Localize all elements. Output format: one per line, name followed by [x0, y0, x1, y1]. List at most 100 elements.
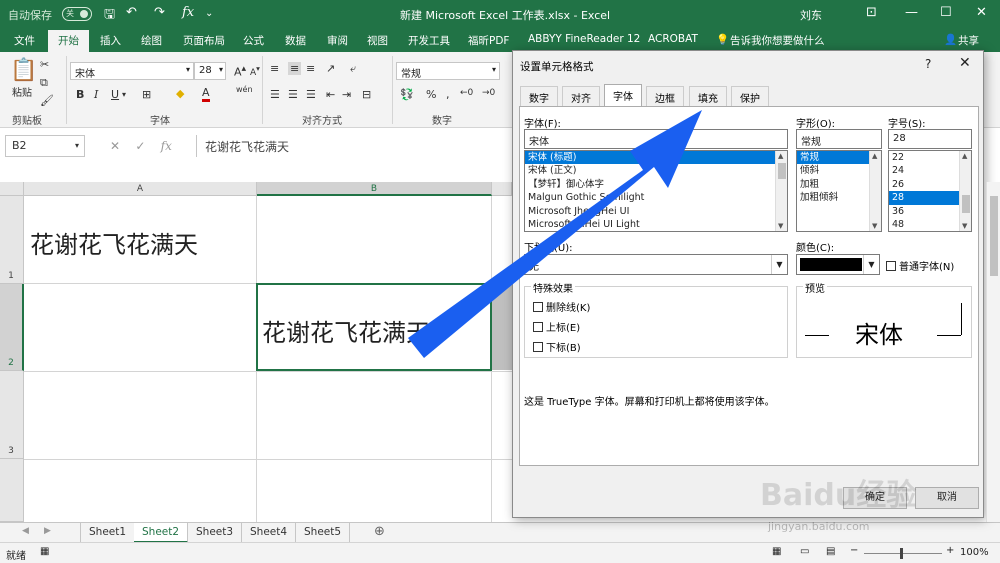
scroll-right-icon[interactable]: ▶ [44, 526, 51, 536]
format-painter-icon[interactable]: 🖌 [40, 94, 54, 107]
share-button[interactable]: 共享 [958, 33, 979, 48]
column-header-a[interactable]: A [24, 182, 257, 196]
increase-indent-icon[interactable]: ⇥ [342, 88, 351, 101]
page-layout-view-icon[interactable]: ▭ [800, 546, 809, 557]
column-header-b[interactable]: B [257, 182, 492, 196]
tab-insert[interactable]: 插入 [100, 33, 121, 48]
font-list-item[interactable]: Microsoft JhengHei UI [525, 205, 787, 218]
cancel-button[interactable]: 取消 [915, 487, 979, 509]
align-bottom-icon[interactable]: ≡ [306, 62, 315, 75]
number-format-combo[interactable]: 常规 ▾ [396, 62, 500, 80]
add-sheet-icon[interactable]: ⊕ [374, 524, 385, 539]
sheet-tab-4[interactable]: Sheet4 [242, 523, 297, 543]
font-list[interactable]: 宋体 (标题) 宋体 (正文) 【梦轩】御心体字 Malgun Gothic S… [524, 150, 788, 232]
zoom-slider[interactable] [864, 553, 942, 554]
shrink-font-icon[interactable]: A▾ [250, 64, 260, 78]
row-header-1[interactable]: 1 [0, 196, 24, 284]
user-name[interactable]: 刘东 [800, 7, 822, 23]
font-list-item[interactable]: Microsoft YaHei UI Light [525, 218, 787, 231]
tab-acrobat[interactable]: ACROBAT [648, 33, 698, 45]
redo-icon[interactable]: ↷ [154, 5, 165, 20]
font-color-button[interactable]: A [202, 87, 210, 102]
font-name-combo[interactable]: 宋体 ▾ [70, 62, 194, 80]
normal-font-checkbox[interactable]: 普通字体(N) [886, 258, 954, 273]
sheet-tab-5[interactable]: Sheet5 [296, 523, 351, 543]
page-break-view-icon[interactable]: ▤ [826, 546, 835, 557]
font-size-combo[interactable]: 28 ▾ [194, 62, 226, 80]
comma-style-icon[interactable]: , [446, 88, 450, 101]
tab-number[interactable]: 数字 [520, 86, 558, 107]
cut-icon[interactable]: ✂ [40, 58, 49, 71]
lightbulb-icon[interactable]: 💡 [716, 33, 729, 46]
decrease-indent-icon[interactable]: ⇤ [326, 88, 335, 101]
cancel-entry-icon[interactable]: ✕ [110, 139, 120, 153]
cell-a1[interactable]: 花谢花飞花满天 [30, 225, 198, 260]
superscript-checkbox[interactable]: 上标(E) [533, 319, 580, 334]
scroll-left-icon[interactable]: ◀ [22, 526, 29, 536]
tab-developer[interactable]: 开发工具 [408, 33, 450, 48]
italic-button[interactable]: I [94, 88, 98, 101]
merge-center-icon[interactable]: ⊟ [362, 88, 371, 101]
undo-icon[interactable]: ↶ [126, 5, 137, 20]
name-box[interactable]: B2 ▾ [5, 135, 85, 157]
paste-button[interactable]: 粘贴 [12, 84, 32, 99]
macro-record-icon[interactable]: ▦ [40, 546, 49, 557]
minimize-icon[interactable]: — [905, 5, 918, 20]
style-list[interactable]: 常规 倾斜 加粗 加粗倾斜 ▲ ▼ [796, 150, 882, 232]
help-button[interactable]: ? [925, 57, 931, 71]
increase-decimal-icon[interactable]: ←0 [460, 88, 473, 98]
sheet-tab-3[interactable]: Sheet3 [188, 523, 243, 543]
row-header-2[interactable]: 2 [0, 284, 24, 371]
font-list-item[interactable]: 宋体 (正文) [525, 164, 787, 177]
tab-formulas[interactable]: 公式 [243, 33, 264, 48]
tab-review[interactable]: 审阅 [327, 33, 348, 48]
tab-page-layout[interactable]: 页面布局 [183, 33, 225, 48]
fill-color-icon[interactable]: ◆ [176, 87, 184, 100]
phonetic-button[interactable]: wén [236, 85, 253, 94]
insert-function-icon[interactable]: fx [161, 139, 172, 153]
select-all-corner[interactable] [0, 182, 24, 196]
tab-home[interactable]: 开始 [48, 30, 89, 52]
borders-icon[interactable]: ⊞ [142, 88, 151, 101]
share-icon[interactable]: 👤 [944, 33, 957, 46]
underline-dropdown-icon[interactable]: ▾ [122, 90, 126, 99]
tab-data[interactable]: 数据 [285, 33, 306, 48]
tab-view[interactable]: 视图 [367, 33, 388, 48]
close-window-icon[interactable]: ✕ [976, 5, 987, 20]
style-input[interactable]: 常规 [796, 129, 882, 149]
row-header-3[interactable]: 3 [0, 371, 24, 459]
align-top-icon[interactable]: ≡ [270, 62, 279, 75]
underline-combo[interactable]: 无 ▼ [524, 254, 788, 275]
font-list-item[interactable]: 【梦轩】御心体字 [525, 178, 787, 191]
align-right-icon[interactable]: ☰ [306, 88, 316, 101]
subscript-checkbox[interactable]: 下标(B) [533, 339, 581, 354]
normal-view-icon[interactable]: ▦ [772, 546, 781, 557]
paste-icon[interactable]: 📋 [10, 58, 37, 83]
zoom-in-icon[interactable]: + [946, 545, 954, 556]
accounting-format-icon[interactable]: 💱 [400, 88, 414, 101]
size-list-scrollbar[interactable]: ▲ ▼ [959, 151, 971, 231]
row-header-4[interactable] [0, 459, 24, 522]
color-picker[interactable]: ▼ [796, 254, 880, 275]
strikethrough-checkbox[interactable]: 删除线(K) [533, 299, 590, 314]
ribbon-display-icon[interactable]: ⊡ [866, 5, 877, 20]
bold-button[interactable]: B [76, 88, 84, 101]
zoom-level[interactable]: 100% [960, 547, 989, 558]
decrease-decimal-icon[interactable]: →0 [482, 88, 495, 98]
copy-icon[interactable]: ⧉ [40, 76, 48, 90]
dialog-close-button[interactable]: ✕ [959, 55, 971, 71]
tell-me-search[interactable]: 告诉我你想要做什么 [730, 33, 825, 48]
autosave-toggle[interactable]: 关 [62, 7, 92, 21]
font-list-item[interactable]: 宋体 (标题) [525, 151, 787, 165]
tab-alignment[interactable]: 对齐 [562, 86, 600, 107]
font-list-item[interactable]: Malgun Gothic Semilight [525, 191, 787, 204]
zoom-slider-thumb[interactable] [900, 548, 903, 559]
save-icon[interactable]: 🖫 [104, 5, 115, 27]
sheet-tab-2[interactable]: Sheet2 [134, 523, 189, 543]
zoom-out-icon[interactable]: − [850, 545, 858, 556]
size-input[interactable]: 28 [888, 129, 972, 149]
align-center-icon[interactable]: ☰ [288, 88, 298, 101]
confirm-entry-icon[interactable]: ✓ [135, 139, 145, 153]
size-list[interactable]: 22 24 26 28 36 48 ▲ ▼ [888, 150, 972, 232]
font-input[interactable]: 宋体 [524, 129, 788, 149]
